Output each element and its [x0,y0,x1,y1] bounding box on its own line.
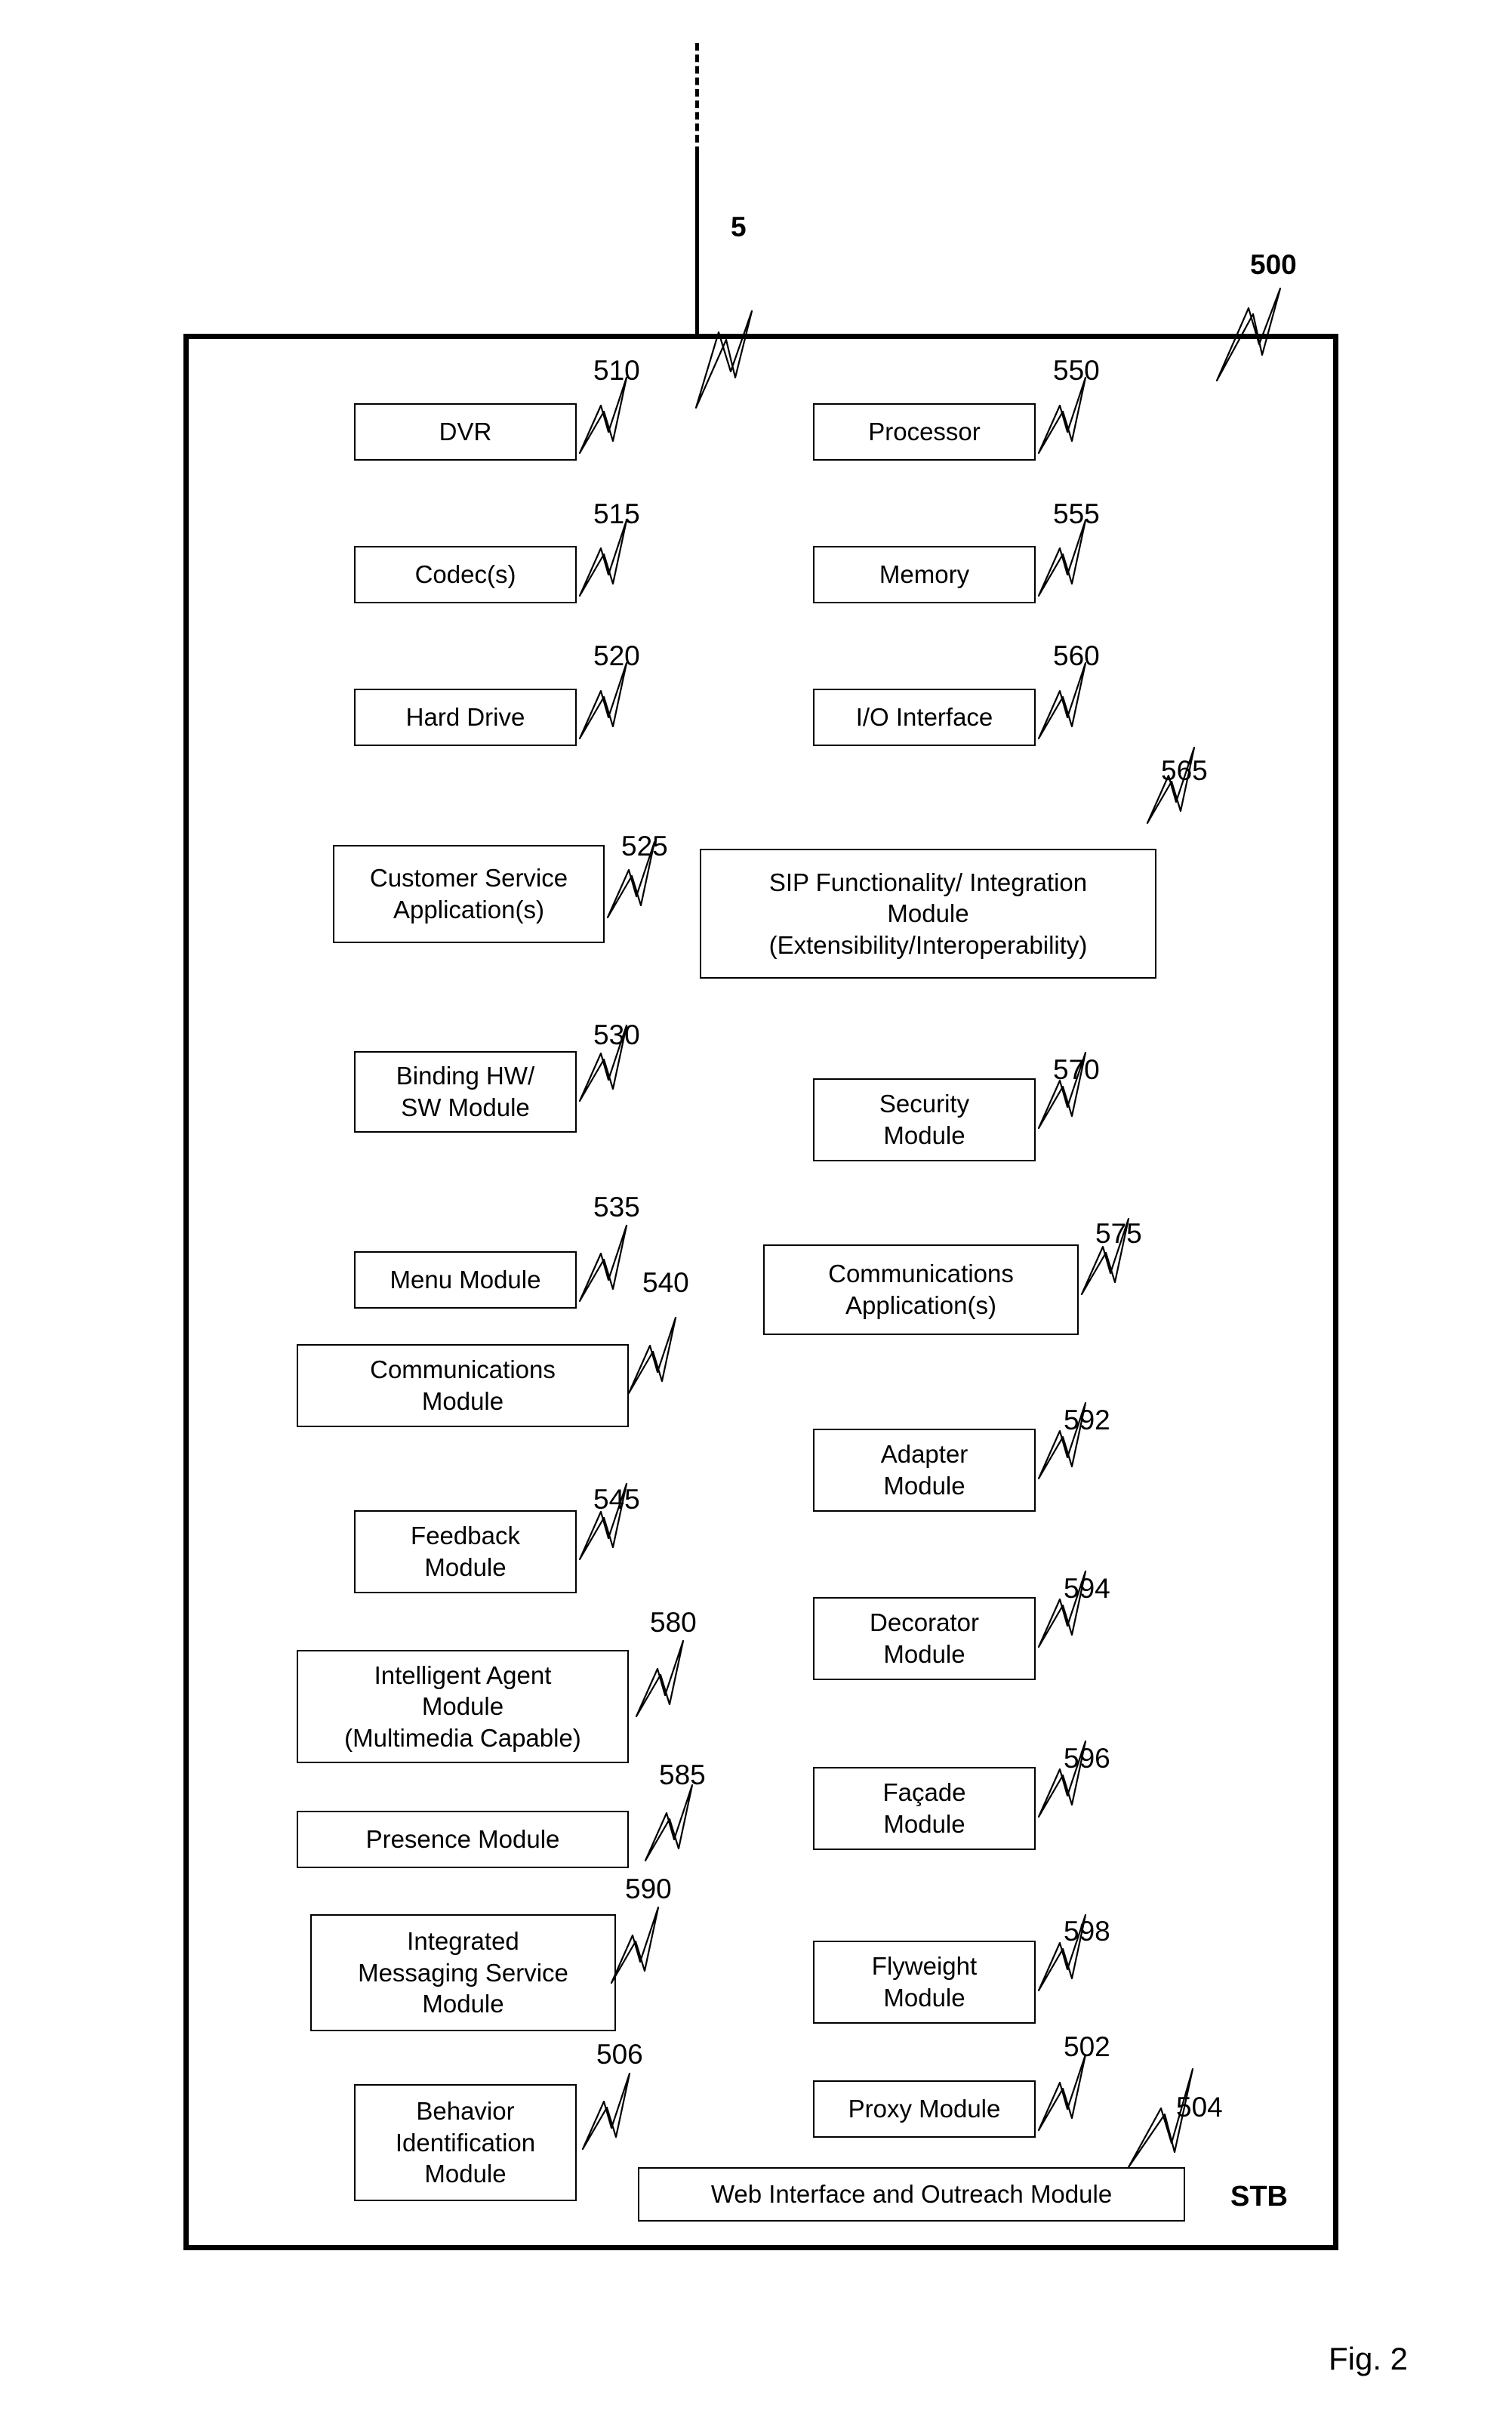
module-box-570: Security Module [813,1078,1036,1161]
reference-numeral-515: 515 [593,498,640,529]
figure-caption: Fig. 2 [1329,2341,1409,2376]
module-box-560: I/O Interface [813,689,1036,746]
reference-numeral-570: 570 [1053,1054,1100,1085]
reference-numeral-540: 540 [642,1267,689,1298]
module-box-520: Hard Drive [354,689,577,746]
reference-numeral-506: 506 [596,2039,643,2070]
module-box-510: DVR [354,403,577,461]
module-box-596: Façade Module [813,1767,1036,1850]
module-box-585: Presence Module [297,1811,629,1868]
reference-numeral-565: 565 [1161,755,1208,786]
reference-numeral-585: 585 [659,1759,706,1790]
reference-numeral-500: 500 [1250,249,1297,280]
reference-numeral-530: 530 [593,1019,640,1050]
module-box-598: Flyweight Module [813,1941,1036,2024]
patent-figure-page: DVR Codec(s) Hard Drive Customer Service Ap… [0,0,1512,2436]
link-line-solid-segment [695,154,699,337]
reference-numeral-5: 5 [731,211,747,242]
reference-numeral-580: 580 [650,1607,697,1638]
module-box-515: Codec(s) [354,546,577,603]
reference-numeral-560: 560 [1053,640,1100,671]
module-box-506: Behavior Identification Module [354,2084,577,2201]
module-box-555: Memory [813,546,1036,603]
module-box-575: Communications Application(s) [763,1244,1079,1335]
reference-numeral-596: 596 [1064,1743,1110,1774]
module-box-592: Adapter Module [813,1429,1036,1512]
reference-numeral-598: 598 [1064,1916,1110,1947]
module-box-565: SIP Functionality/ Integration Module (E… [700,849,1156,979]
module-box-504: Web Interface and Outreach Module [638,2167,1185,2222]
stb-label: STB [1230,2181,1288,2212]
module-box-580: Intelligent Agent Module (Multimedia Cap… [297,1650,629,1763]
module-box-590: Integrated Messaging Service Module [310,1914,616,2031]
reference-numeral-550: 550 [1053,355,1100,386]
module-box-525: Customer Service Application(s) [333,845,605,943]
module-box-550: Processor [813,403,1036,461]
reference-numeral-594: 594 [1064,1573,1110,1604]
reference-numeral-525: 525 [621,831,668,862]
module-box-530: Binding HW/ SW Module [354,1051,577,1133]
reference-numeral-575: 575 [1095,1218,1142,1249]
reference-numeral-520: 520 [593,640,640,671]
module-box-535: Menu Module [354,1251,577,1309]
reference-numeral-510: 510 [593,355,640,386]
reference-numeral-504: 504 [1176,2092,1223,2123]
module-box-540: Communications Module [297,1344,629,1427]
link-line-dashed-segment [695,43,699,154]
reference-numeral-535: 535 [593,1192,640,1223]
reference-numeral-545: 545 [593,1484,640,1515]
reference-numeral-502: 502 [1064,2031,1110,2062]
module-box-594: Decorator Module [813,1597,1036,1680]
reference-numeral-555: 555 [1053,498,1100,529]
reference-numeral-590: 590 [625,1873,672,1904]
reference-numeral-592: 592 [1064,1405,1110,1435]
module-box-545: Feedback Module [354,1510,577,1593]
module-box-502: Proxy Module [813,2080,1036,2138]
